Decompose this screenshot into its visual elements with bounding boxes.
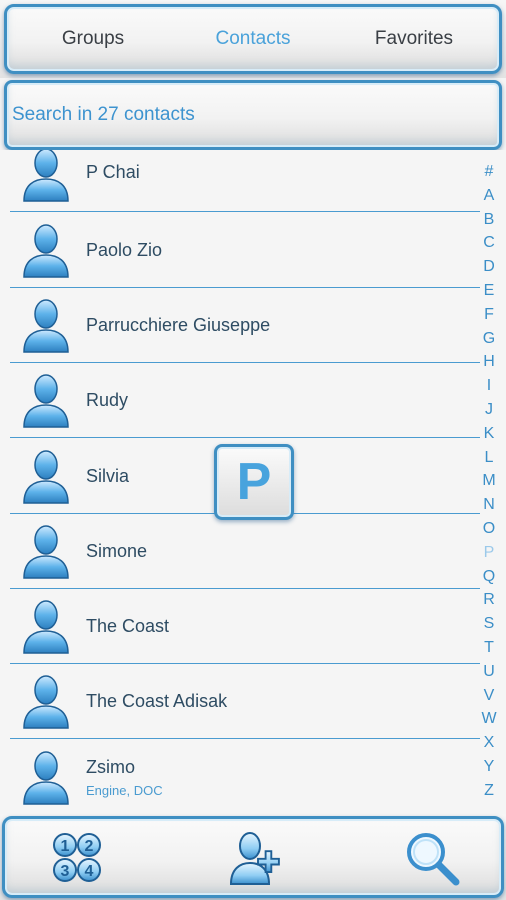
list-item[interactable]: Simone (10, 514, 480, 589)
list-item[interactable]: Parrucchiere Giuseppe (10, 288, 480, 363)
contact-avatar-icon (23, 525, 69, 579)
alphabet-index-letter[interactable]: G (480, 327, 498, 351)
contact-name: P Chai (86, 162, 140, 182)
list-item[interactable]: The Coast Adisak (10, 664, 480, 739)
contact-avatar-icon (23, 450, 69, 504)
contact-name: Simone (86, 541, 148, 561)
contact-name: The Coast (86, 616, 170, 636)
alphabet-index-letter[interactable]: U (480, 660, 498, 684)
alphabet-index-letter[interactable]: M (480, 469, 498, 493)
alphabet-index-letter[interactable]: A (480, 184, 498, 208)
alphabet-index-letter[interactable]: S (480, 612, 498, 636)
contact-avatar-icon (23, 675, 69, 729)
alphabet-index-letter[interactable]: P (480, 541, 498, 565)
contact-avatar-icon (23, 299, 69, 353)
contact-name: The Coast Adisak (86, 691, 228, 711)
contact-name: Zsimo (86, 757, 135, 777)
alphabet-index-letter[interactable]: I (480, 374, 498, 398)
svg-text:2: 2 (85, 838, 94, 855)
list-item[interactable]: Rudy (10, 363, 480, 438)
alphabet-index-letter[interactable]: T (480, 636, 498, 660)
alphabet-index-letter[interactable]: Q (480, 565, 498, 589)
contact-name: Paolo Zio (86, 240, 163, 260)
alphabet-index-letter[interactable]: J (480, 398, 498, 422)
alphabet-index-letter[interactable]: C (480, 231, 498, 255)
alphabet-index-letter[interactable]: X (480, 731, 498, 755)
alphabet-index-letter[interactable]: F (480, 303, 498, 327)
contact-avatar-icon (23, 751, 69, 805)
alphabet-index-letter[interactable]: D (480, 255, 498, 279)
contact-subtitle: Engine, DOC (86, 783, 163, 798)
svg-text:1: 1 (61, 838, 70, 855)
list-item[interactable]: Zsimo Engine, DOC (10, 740, 480, 814)
alphabet-index-letter[interactable]: R (480, 588, 498, 612)
tab-favorites[interactable]: Favorites (334, 24, 494, 54)
add-contact-icon[interactable] (226, 828, 286, 888)
alphabet-index-letter[interactable]: W (480, 707, 498, 731)
list-item[interactable]: P Chai (10, 150, 480, 212)
alphabet-index-letter[interactable]: V (480, 684, 498, 708)
contact-avatar-icon (23, 224, 69, 278)
alphabet-index-letter[interactable]: N (480, 493, 498, 517)
alphabet-index-letter[interactable]: B (480, 208, 498, 232)
alphabet-index-letter[interactable]: L (480, 446, 498, 470)
contact-avatar-icon (23, 150, 69, 202)
alphabet-index-letter[interactable]: K (480, 422, 498, 446)
search-input[interactable] (12, 98, 482, 132)
contact-avatar-icon (23, 600, 69, 654)
tab-contacts[interactable]: Contacts (173, 24, 333, 54)
alphabet-index-letter[interactable]: E (480, 279, 498, 303)
alphabet-index-letter[interactable]: # (480, 160, 498, 184)
alphabet-index-letter[interactable]: O (480, 517, 498, 541)
letter-overlay: P (214, 444, 294, 520)
svg-text:4: 4 (85, 863, 94, 880)
contact-name: Rudy (86, 390, 129, 410)
tab-groups[interactable]: Groups (13, 24, 173, 54)
alphabet-index-letter[interactable]: Z (480, 779, 498, 803)
svg-text:3: 3 (61, 863, 70, 880)
list-item[interactable]: Paolo Zio (10, 213, 480, 288)
contact-name: Parrucchiere Giuseppe (86, 315, 271, 335)
top-tab-bar: Groups Contacts Favorites (0, 0, 506, 78)
dialpad-1234-icon[interactable]: 1 2 3 4 (48, 828, 108, 888)
magnifier-icon[interactable] (402, 828, 462, 888)
alphabet-index-letter[interactable]: H (480, 350, 498, 374)
contact-avatar-icon (23, 374, 69, 428)
alphabet-index[interactable]: # A B C D E F G H I J K L M N O P Q R S T U V W X Y Z (480, 160, 498, 803)
alphabet-index-letter[interactable]: Y (480, 755, 498, 779)
contact-name: Silvia (86, 466, 130, 486)
list-item[interactable]: The Coast (10, 589, 480, 664)
bottom-toolbar: 1 2 3 4 (0, 814, 506, 900)
